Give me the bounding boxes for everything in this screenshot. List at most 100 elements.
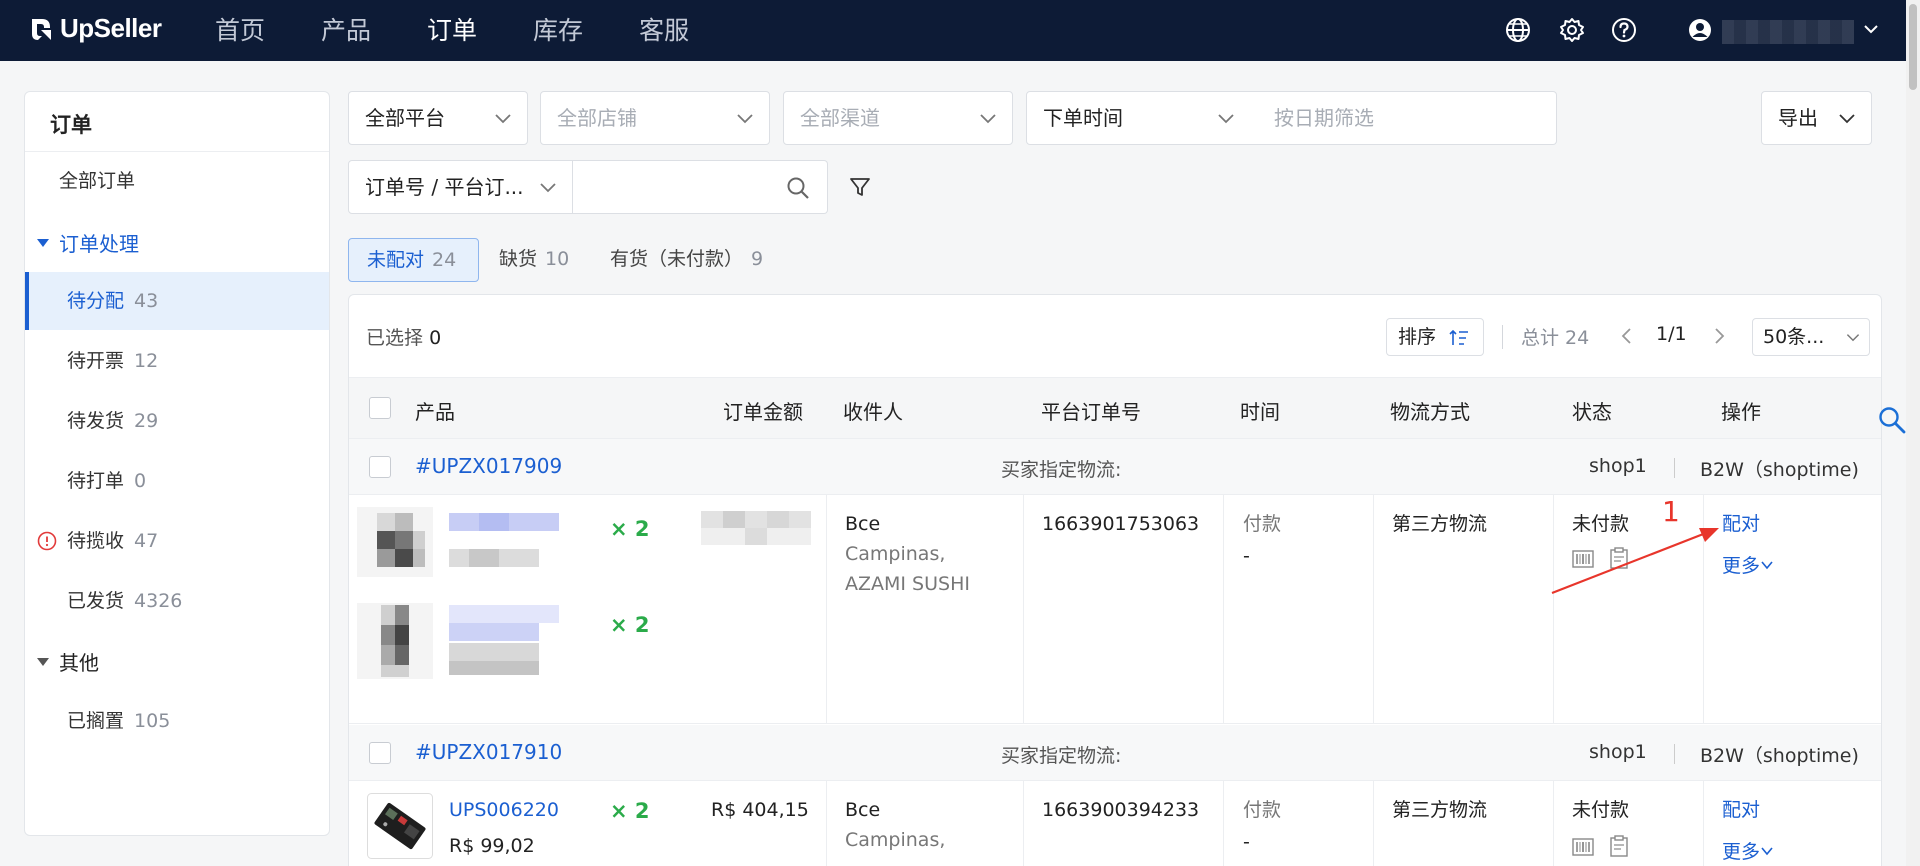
tab-count: 24 xyxy=(432,249,457,271)
globe-icon[interactable] xyxy=(1504,16,1532,44)
prev-page-icon[interactable] xyxy=(1619,326,1635,346)
chevron-down-icon[interactable] xyxy=(1862,20,1880,38)
date-range-input[interactable]: 按日期筛选 xyxy=(1250,91,1557,145)
nav-home[interactable]: 首页 xyxy=(215,0,265,61)
product-title-blurred xyxy=(449,605,559,675)
sort-label: 排序 xyxy=(1398,326,1437,348)
search-field-value: 订单号 / 平台订... xyxy=(365,175,524,199)
recipient-city: Campinas, xyxy=(845,543,946,565)
sidebar-group-processing[interactable]: 订单处理 xyxy=(37,228,139,257)
table-row: × 2 × 2 Bce Campinas, AZAMI SUSHI 166390… xyxy=(349,495,1881,724)
sidebar-item-label: 待发货 xyxy=(67,410,125,432)
order-amount: R$ 404,15 xyxy=(711,799,809,821)
sidebar-item-count: 0 xyxy=(134,470,147,492)
export-label: 导出 xyxy=(1778,106,1818,130)
pair-action-link[interactable]: 配对 xyxy=(1722,795,1760,822)
gear-icon[interactable] xyxy=(1558,16,1586,44)
store-select[interactable]: 全部店铺 xyxy=(540,91,770,145)
tab-out-of-stock[interactable]: 缺货 10 xyxy=(481,238,587,282)
upseller-logo-icon xyxy=(32,18,51,40)
shop-name: shop1 xyxy=(1589,455,1647,477)
time-type-value: 下单时间 xyxy=(1043,106,1123,130)
recipient-address: AZAMI SUSHI xyxy=(845,573,970,595)
more-actions-link[interactable]: 更多 xyxy=(1722,551,1774,578)
sidebar-item-to-pickup[interactable]: 待揽收 47 xyxy=(25,512,329,570)
chevron-down-icon xyxy=(737,114,753,124)
divider xyxy=(1223,781,1224,866)
page-size-value: 50条... xyxy=(1763,326,1825,348)
sidebar-item-label: 待开票 xyxy=(67,350,125,372)
product-image-blurred xyxy=(357,507,433,577)
top-nav: UpSeller 首页 产品 订单 库存 客服 xyxy=(0,0,1920,61)
order-checkbox[interactable] xyxy=(369,742,391,764)
col-actions: 操作 xyxy=(1721,400,1761,424)
platform-select[interactable]: 全部平台 xyxy=(348,91,528,145)
more-actions-link[interactable]: 更多 xyxy=(1722,837,1774,864)
sidebar-item-to-allocate[interactable]: 待分配 43 xyxy=(25,272,329,330)
sidebar-item-to-ship[interactable]: 待发货 29 xyxy=(25,392,329,450)
nav-inventory[interactable]: 库存 xyxy=(533,0,583,61)
sidebar-item-label: 待揽收 xyxy=(67,530,125,552)
sidebar-item-to-print[interactable]: 待打单 0 xyxy=(25,452,329,510)
chevron-down-icon xyxy=(495,114,511,124)
search-field-select[interactable]: 订单号 / 平台订... xyxy=(348,160,573,214)
nav-products[interactable]: 产品 xyxy=(321,0,371,61)
tab-unpaired[interactable]: 未配对 24 xyxy=(348,238,479,282)
sidebar-item-label: 已发货 xyxy=(67,590,125,612)
payment-time-label: 付款 xyxy=(1243,799,1282,821)
tab-in-stock-unpaid[interactable]: 有货（未付款） 9 xyxy=(592,238,781,282)
sidebar-item-count: 43 xyxy=(134,290,159,312)
sidebar-group-other[interactable]: 其他 xyxy=(37,647,99,676)
brand-logo[interactable]: UpSeller xyxy=(28,13,162,44)
tab-label: 有货（未付款） xyxy=(610,248,744,270)
buyer-logistics-label: 买家指定物流: xyxy=(1001,745,1122,767)
order-group-header: #UPZX017909 买家指定物流: shop1 B2W（shoptime) xyxy=(349,439,1881,495)
nav-customer-service[interactable]: 客服 xyxy=(639,0,689,61)
order-number-link[interactable]: #UPZX017910 xyxy=(415,740,562,764)
page-scrollbar[interactable] xyxy=(1906,0,1920,866)
logistics-method: 第三方物流 xyxy=(1392,799,1488,821)
select-all-checkbox[interactable] xyxy=(369,397,391,419)
warning-info-icon xyxy=(37,531,57,551)
product-sku-link[interactable]: UPS006220 xyxy=(449,795,559,825)
chevron-down-icon xyxy=(1846,334,1860,342)
payment-time-value: - xyxy=(1243,831,1250,853)
export-button[interactable]: 导出 xyxy=(1761,91,1872,145)
time-type-select[interactable]: 下单时间 xyxy=(1026,91,1251,145)
channel-select[interactable]: 全部渠道 xyxy=(783,91,1013,145)
search-icon[interactable] xyxy=(785,175,811,201)
platform-order-number: 1663901753063 xyxy=(1042,513,1200,535)
order-checkbox[interactable] xyxy=(369,456,391,478)
floating-search-icon[interactable] xyxy=(1877,405,1907,435)
sidebar-item-all-orders[interactable]: 全部订单 xyxy=(25,152,329,210)
sidebar-group-label: 其他 xyxy=(59,651,99,675)
page-scrollbar-thumb[interactable] xyxy=(1909,4,1917,90)
divider xyxy=(1223,495,1224,724)
user-avatar-icon[interactable] xyxy=(1686,16,1714,44)
product-image[interactable] xyxy=(367,793,433,859)
barcode-icon[interactable] xyxy=(1572,837,1594,857)
product-quantity: × 2 xyxy=(610,517,650,541)
next-page-icon[interactable] xyxy=(1711,326,1727,346)
filter-icon[interactable] xyxy=(848,175,872,199)
order-number-link[interactable]: #UPZX017909 xyxy=(415,454,562,478)
clipboard-icon[interactable] xyxy=(1609,835,1629,857)
sort-button[interactable]: 排序 xyxy=(1386,318,1484,356)
col-recipient: 收件人 xyxy=(843,400,903,424)
help-icon[interactable] xyxy=(1610,16,1638,44)
caret-down-icon xyxy=(37,238,49,247)
recipient-name: Bce xyxy=(845,799,881,821)
order-amount-blurred xyxy=(701,511,811,545)
page-size-select[interactable]: 50条... xyxy=(1752,318,1870,356)
username-blurred[interactable] xyxy=(1722,20,1854,44)
nav-orders[interactable]: 订单 xyxy=(427,0,477,61)
search-box xyxy=(573,160,828,214)
sidebar-item-count: 29 xyxy=(134,410,159,432)
col-platform-order: 平台订单号 xyxy=(1041,400,1141,424)
search-input[interactable] xyxy=(583,161,783,211)
tab-label: 未配对 xyxy=(367,249,425,271)
sidebar-item-shipped[interactable]: 已发货 4326 xyxy=(25,572,329,630)
sidebar-item-to-invoice[interactable]: 待开票 12 xyxy=(25,332,329,390)
sidebar-item-on-hold[interactable]: 已搁置 105 xyxy=(25,692,329,750)
chevron-down-icon xyxy=(1218,114,1234,124)
